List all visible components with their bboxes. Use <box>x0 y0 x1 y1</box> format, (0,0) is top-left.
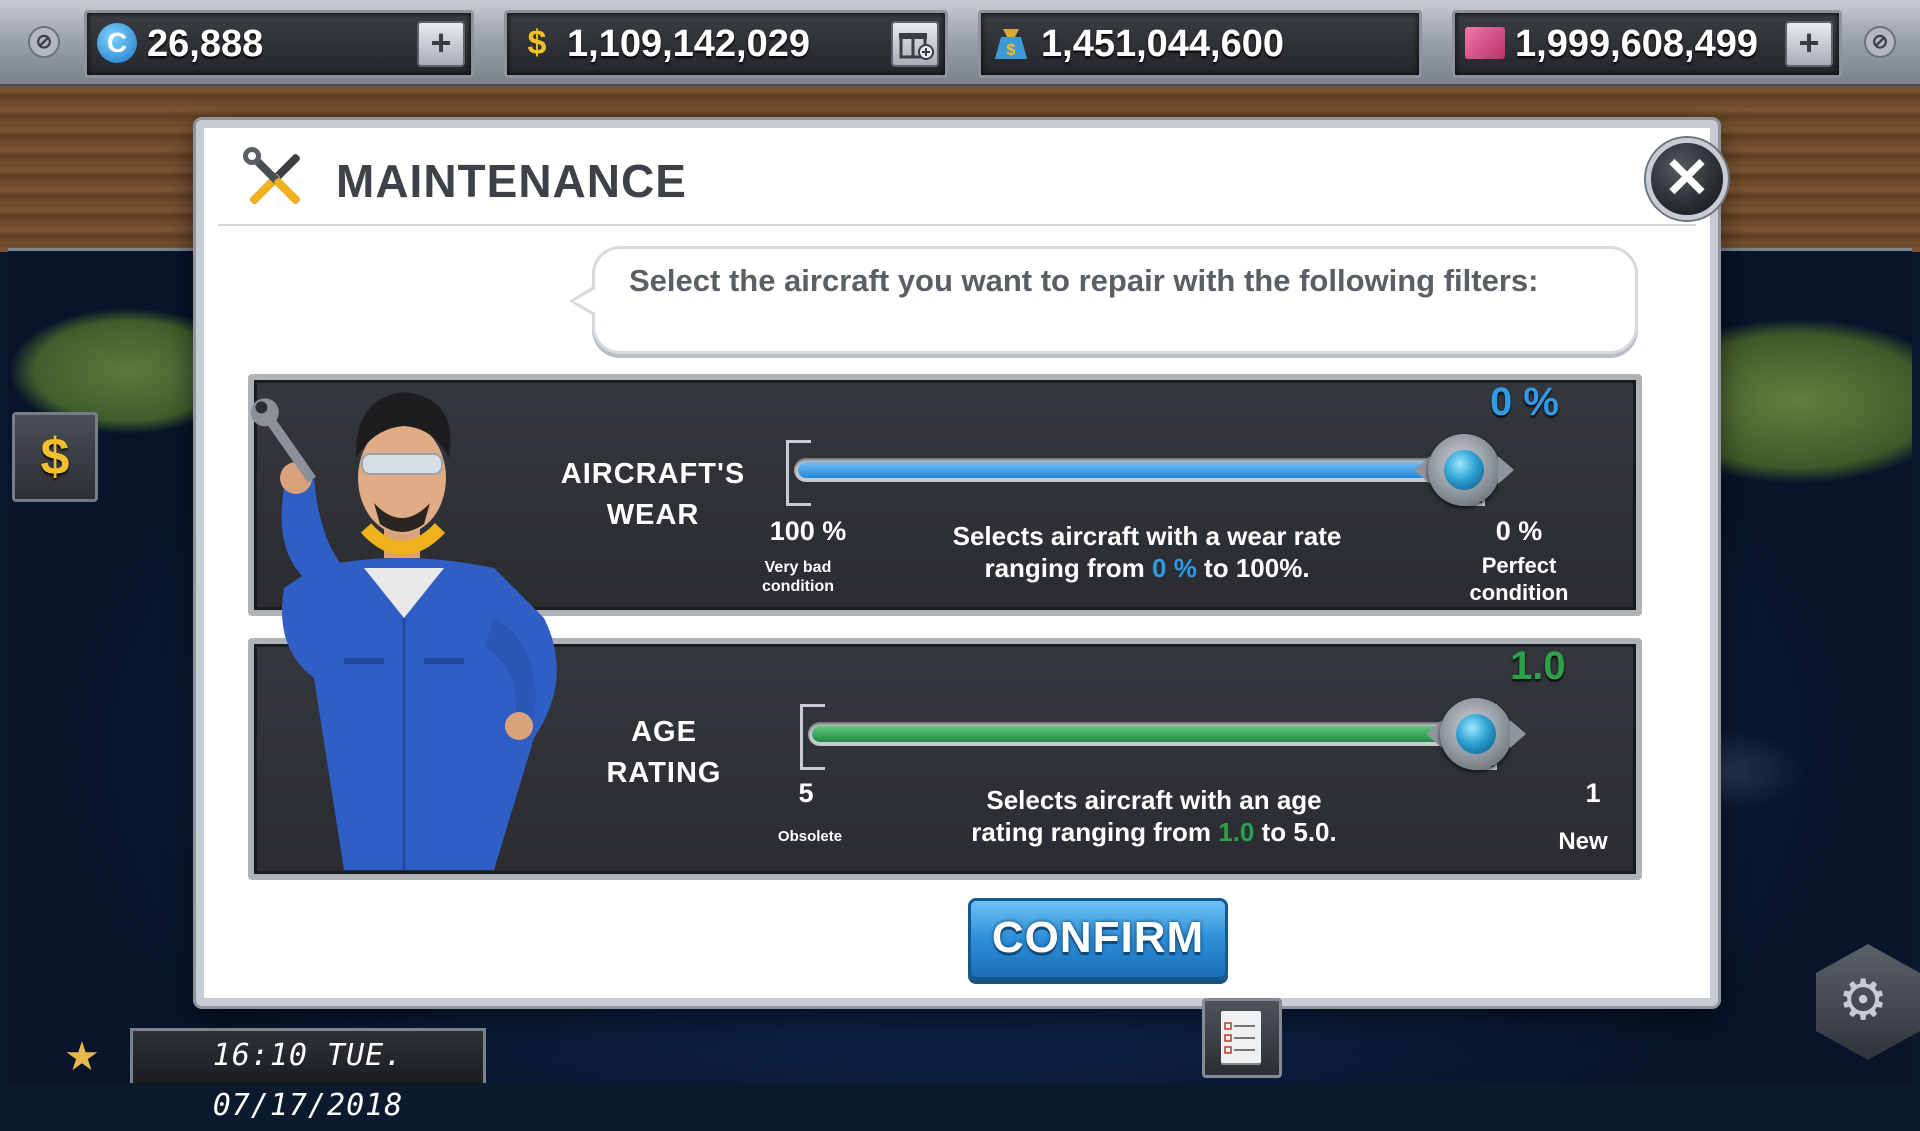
instruction-text: Select the aircraft you want to repair w… <box>629 263 1539 298</box>
wear-slider-track[interactable] <box>794 458 1484 482</box>
age-description: Selects aircraft with an age rating rang… <box>971 785 1337 847</box>
close-icon: ✕ <box>1663 146 1711 209</box>
wear-left-caption: Very bad condition <box>762 559 834 595</box>
age-label: AGE RATING <box>606 716 722 789</box>
age-left-value: 5 <box>798 778 814 808</box>
gift-button[interactable] <box>891 21 939 67</box>
tools-icon <box>243 147 300 204</box>
currency-coins: C 26,888 + <box>84 10 474 78</box>
checklist-icon <box>1221 1011 1261 1063</box>
currency-cash: $ 1,109,142,029 <box>504 10 948 78</box>
coins-value: 26,888 <box>147 23 264 65</box>
left-corner-button[interactable]: ⊘ <box>28 26 60 58</box>
wear-left-value: 100 % <box>769 516 847 546</box>
instruction-bubble: Select the aircraft you want to repair w… <box>569 246 1638 354</box>
gear-icon: ⚙ <box>1838 968 1889 1031</box>
currency-bar: ⊘ C 26,888 + $ 1,109,142,029 $ 1,451,044… <box>0 0 1920 86</box>
dialog-header: MAINTENANCE <box>204 128 1710 226</box>
age-slider-knob[interactable] <box>1440 698 1512 770</box>
wear-current-value: 0 % <box>1490 380 1559 424</box>
age-slider-track[interactable] <box>808 722 1496 746</box>
tasks-button[interactable] <box>1202 998 1282 1078</box>
wear-slider-knob[interactable] <box>1428 434 1500 506</box>
right-corner-button[interactable]: ⊘ <box>1864 26 1896 58</box>
add-tickets-button[interactable]: + <box>1785 21 1833 67</box>
dollar-icon: $ <box>527 23 547 62</box>
age-left-caption: Obsolete <box>777 828 843 845</box>
ticket-icon <box>1465 23 1505 63</box>
dollar-icon: $ <box>40 428 70 486</box>
age-current-value: 1.0 <box>1510 644 1566 688</box>
maintenance-dialog: MAINTENANCE ✕ Select the aircraft you wa… <box>196 120 1728 1006</box>
finance-button[interactable]: $ <box>12 412 98 502</box>
gift-icon <box>899 33 934 60</box>
fuel-bag-icon: $ <box>991 23 1031 63</box>
currency-tickets: 1,999,608,499 + <box>1452 10 1842 78</box>
title-divider <box>218 224 1696 226</box>
age-knob-right-arrow <box>1510 720 1526 748</box>
tickets-value: 1,999,608,499 <box>1515 23 1759 65</box>
rank-star-icon[interactable]: ★ <box>64 1034 134 1080</box>
svg-text:$: $ <box>1007 42 1016 59</box>
currency-fuel: $ 1,451,044,600 <box>978 10 1422 78</box>
cash-value: 1,109,142,029 <box>567 23 811 65</box>
wear-slider-fill <box>798 462 1460 478</box>
age-right-caption: New <box>1558 828 1608 855</box>
dialog-title: MAINTENANCE <box>336 155 687 207</box>
fuel-value: 1,451,044,600 <box>1041 23 1285 65</box>
mechanic-character <box>250 392 557 870</box>
age-right-value: 1 <box>1585 778 1601 808</box>
wear-right-value: 0 % <box>1495 516 1543 546</box>
wear-knob-right-arrow <box>1498 456 1514 484</box>
wear-description: Selects aircraft with a wear rate rangin… <box>952 521 1342 583</box>
close-button[interactable]: ✕ <box>1646 138 1728 220</box>
confirm-button[interactable]: CONFIRM <box>968 898 1228 980</box>
wear-right-caption: Perfect condition <box>1469 553 1569 605</box>
add-coins-button[interactable]: + <box>417 21 465 67</box>
game-clock: 16:10 TUE. 07/17/2018 <box>130 1028 486 1123</box>
coin-c-icon: C <box>97 23 137 63</box>
age-slider-fill <box>812 726 1472 742</box>
